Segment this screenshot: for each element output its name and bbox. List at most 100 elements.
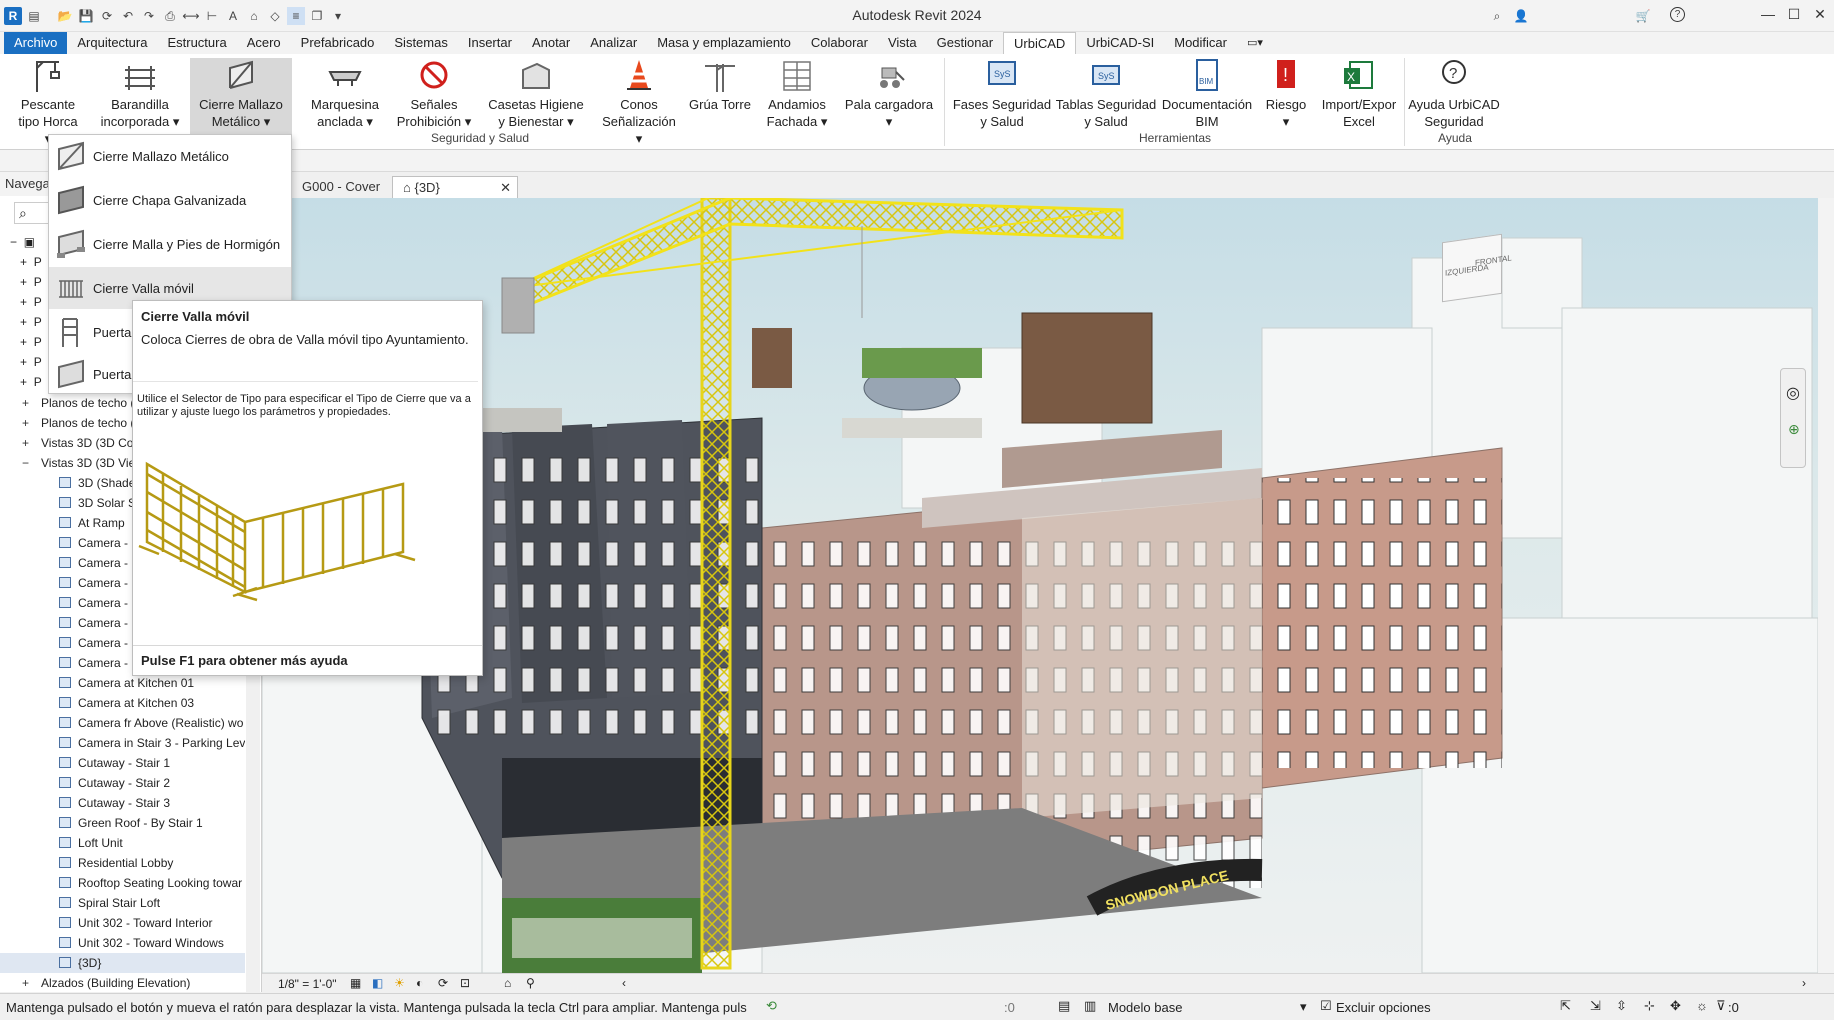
browser-row[interactable]: Residential Lobby	[0, 853, 245, 873]
tablas-button[interactable]: SyS Tablas Seguridad y Salud	[1054, 58, 1158, 130]
detail-level-icon[interactable]: ▦	[350, 976, 361, 990]
barandilla-button[interactable]: Barandilla incorporada ▾	[100, 58, 180, 130]
scale-label[interactable]: 1/8" = 1'-0"	[278, 977, 337, 991]
select-links-icon[interactable]: ⇱	[1560, 998, 1571, 1014]
chevron-down-icon[interactable]: ▾	[1300, 999, 1307, 1015]
browser-row[interactable]: Camera in Stair 3 - Parking Leve	[0, 733, 245, 753]
list-item[interactable]: + P	[10, 372, 42, 392]
fases-button[interactable]: SyS Fases Seguridad y Salud	[950, 58, 1054, 130]
background-process-icon[interactable]: ☼	[1696, 998, 1708, 1013]
expand-toggle-icon[interactable]: +	[22, 973, 34, 993]
grua-torre-button[interactable]: Grúa Torre	[684, 58, 756, 113]
hide-isolate-icon[interactable]: ⚲	[526, 976, 535, 990]
menu-item-cierre-mallazo[interactable]: Cierre Mallazo Metálico	[49, 135, 291, 177]
crop-view-icon[interactable]: ⊡	[460, 976, 470, 990]
steering-wheel-icon[interactable]: ◎	[1786, 383, 1800, 403]
scroll-left-icon[interactable]: ‹	[622, 976, 626, 990]
list-item[interactable]: + P	[10, 272, 42, 292]
select-underlay-icon[interactable]: ⇲	[1590, 998, 1601, 1014]
sun-path-icon[interactable]: ☀	[394, 976, 405, 990]
list-item[interactable]: + P	[10, 252, 42, 272]
casetas-button[interactable]: Casetas Higiene y Bienestar ▾	[484, 58, 588, 130]
ayuda-button[interactable]: ? Ayuda UrbiCAD Seguridad	[1408, 58, 1500, 130]
browser-row[interactable]: + Alzados (Building Elevation)	[0, 973, 245, 993]
browser-row[interactable]: Camera at Kitchen 03	[0, 693, 245, 713]
shadows-icon[interactable]: ◐	[416, 976, 423, 990]
andamios-button[interactable]: Andamios Fachada ▾	[758, 58, 836, 130]
documentacion-button[interactable]: BIM Documentación BIM	[1160, 58, 1254, 130]
import-export-button[interactable]: X Import/Expor Excel	[1316, 58, 1402, 130]
binoculars-icon[interactable]: ⌕	[1488, 7, 1506, 25]
visual-style-icon[interactable]: ◧	[372, 976, 383, 990]
menu-item-cierre-malla-pies[interactable]: Cierre Malla y Pies de Hormigón	[49, 223, 291, 265]
conos-button[interactable]: Conos Señalización ▾	[598, 58, 680, 147]
browser-row[interactable]: Cutaway - Stair 2	[0, 773, 245, 793]
viewport-scrollbar[interactable]	[1818, 198, 1834, 973]
close-icon[interactable]: ✕	[500, 177, 511, 199]
tab-archivo[interactable]: Archivo	[4, 32, 68, 54]
tab-urbicad[interactable]: UrbiCAD	[1003, 32, 1077, 54]
tab-3d-view[interactable]: ⌂ {3D} ✕	[392, 176, 518, 198]
browser-row[interactable]: {3D}	[0, 953, 245, 973]
senales-button[interactable]: Señales Prohibición ▾	[396, 58, 472, 130]
tab-masa[interactable]: Masa y emplazamiento	[647, 32, 801, 54]
close-window-button[interactable]: ✕	[1810, 6, 1830, 26]
zoom-icon[interactable]: ⊕	[1788, 421, 1800, 438]
lock-view-icon[interactable]: ⌂	[504, 976, 511, 990]
tab-estructura[interactable]: Estructura	[157, 32, 236, 54]
exclude-options-checkbox[interactable]: ☑	[1320, 998, 1332, 1014]
list-item[interactable]: + P	[10, 292, 42, 312]
browser-row[interactable]: Camera fr Above (Realistic) wo	[0, 713, 245, 733]
browser-row[interactable]: Green Roof - By Stair 1	[0, 813, 245, 833]
select-pinned-icon[interactable]: ⇳	[1616, 998, 1627, 1014]
list-item[interactable]: + P	[10, 332, 42, 352]
tab-sistemas[interactable]: Sistemas	[384, 32, 457, 54]
browser-row[interactable]: Spiral Stair Loft	[0, 893, 245, 913]
expand-toggle-icon[interactable]: +	[22, 433, 34, 453]
minimize-button[interactable]: —	[1758, 6, 1778, 26]
scroll-right-icon[interactable]: ›	[1802, 976, 1806, 990]
drag-elements-icon[interactable]: ✥	[1670, 998, 1681, 1014]
tab-gestionar[interactable]: Gestionar	[927, 32, 1003, 54]
user-icon[interactable]: 👤	[1512, 7, 1530, 25]
tab-prefabricado[interactable]: Prefabricado	[291, 32, 385, 54]
tab-analizar[interactable]: Analizar	[580, 32, 647, 54]
browser-row[interactable]: Loft Unit	[0, 833, 245, 853]
tab-colaborar[interactable]: Colaborar	[801, 32, 878, 54]
browser-row[interactable]: Cutaway - Stair 3	[0, 793, 245, 813]
expand-toggle-icon[interactable]: +	[22, 393, 34, 413]
tab-urbicad-si[interactable]: UrbiCAD-SI	[1076, 32, 1164, 54]
maximize-button[interactable]: ☐	[1784, 6, 1804, 26]
tab-vista[interactable]: Vista	[878, 32, 927, 54]
expand-toggle-icon[interactable]: −	[22, 453, 34, 473]
tab-modificar[interactable]: Modificar	[1164, 32, 1237, 54]
view-cube[interactable]: IZQUIERDA FRONTAL	[1442, 233, 1512, 303]
browser-row[interactable]: Rooftop Seating Looking towar	[0, 873, 245, 893]
tab-acero[interactable]: Acero	[237, 32, 291, 54]
browser-row[interactable]: Unit 302 - Toward Interior	[0, 913, 245, 933]
list-item[interactable]: − ▣	[10, 232, 42, 252]
select-by-face-icon[interactable]: ⊹	[1644, 998, 1655, 1014]
navigation-bar[interactable]: ◎ ⊕	[1780, 368, 1806, 468]
help-icon[interactable]: ?	[1670, 7, 1685, 22]
filter-icon[interactable]: ⊽	[1716, 998, 1726, 1014]
list-item[interactable]: + P	[10, 352, 42, 372]
cierre-mallazo-button[interactable]: Cierre Mallazo Metálico ▾	[190, 58, 292, 134]
3d-viewport[interactable]: SNOWDON PLACE IZQUIERDA FRONTAL ◎ ⊕	[262, 198, 1818, 973]
tab-options-icon[interactable]: ▭▾	[1237, 32, 1273, 54]
expand-toggle-icon[interactable]: +	[22, 413, 34, 433]
render-icon[interactable]: ⟳	[438, 976, 448, 990]
menu-item-cierre-chapa[interactable]: Cierre Chapa Galvanizada	[49, 179, 291, 221]
tab-insertar[interactable]: Insertar	[458, 32, 522, 54]
browser-row[interactable]: Unit 302 - Toward Windows	[0, 933, 245, 953]
active-model-select[interactable]: Modelo base	[1108, 1000, 1308, 1015]
marquesina-button[interactable]: Marquesina anclada ▾	[304, 58, 386, 130]
pala-cargadora-button[interactable]: Pala cargadora ▾	[842, 58, 936, 130]
tab-arquitectura[interactable]: Arquitectura	[67, 32, 157, 54]
cart-icon[interactable]: 🛒	[1634, 7, 1652, 25]
tab-anotar[interactable]: Anotar	[522, 32, 580, 54]
tab-g000-cover[interactable]: G000 - Cover	[292, 176, 390, 198]
browser-row[interactable]: Camera at Kitchen 01	[0, 673, 245, 693]
list-item[interactable]: + P	[10, 312, 42, 332]
browser-row[interactable]: Cutaway - Stair 1	[0, 753, 245, 773]
